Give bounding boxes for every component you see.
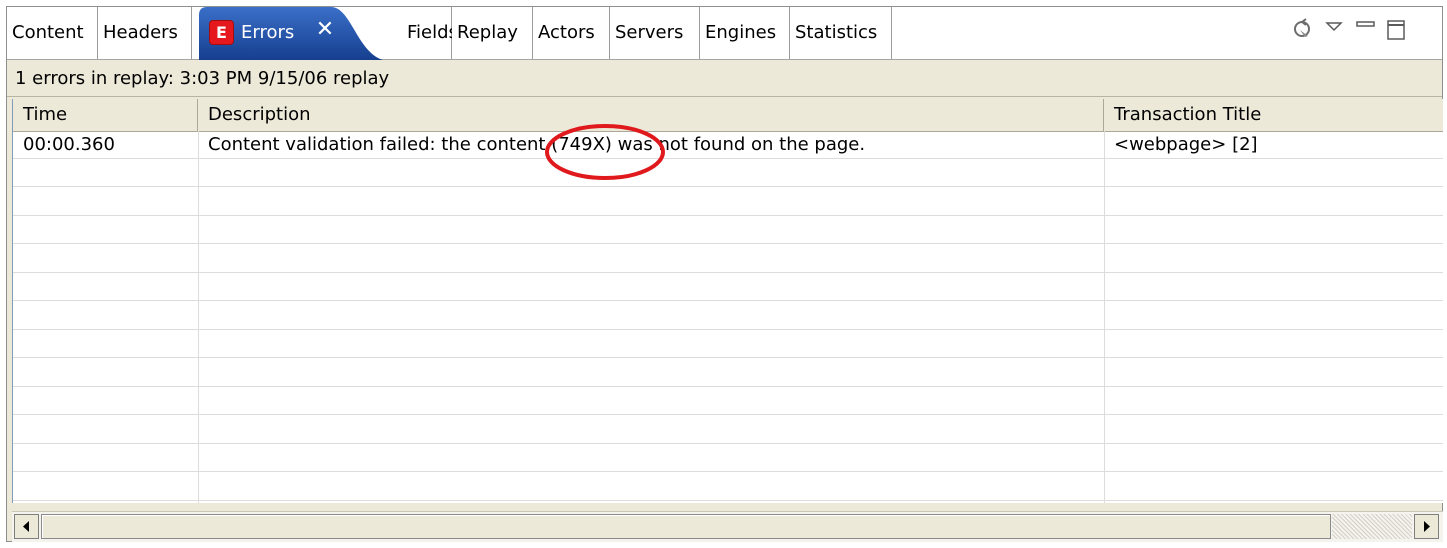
column-header-time[interactable]: Time — [13, 99, 198, 131]
empty-table-row — [13, 159, 1443, 187]
scroll-thumb[interactable] — [41, 514, 1331, 539]
scroll-right-button[interactable] — [1414, 514, 1439, 539]
tab-errors[interactable]: E Errors ✕ — [199, 7, 383, 60]
column-header-description[interactable]: Description — [198, 99, 1104, 131]
empty-table-row — [13, 416, 1443, 444]
table-row[interactable]: 00:00.360 Content validation failed: the… — [13, 131, 1443, 159]
view-menu-icon[interactable] — [1321, 17, 1347, 43]
column-divider — [198, 131, 199, 503]
column-divider — [1104, 131, 1105, 503]
empty-table-row — [13, 387, 1443, 415]
empty-table-row — [13, 188, 1443, 216]
empty-table-row — [13, 444, 1443, 472]
tab-headers[interactable]: Headers — [98, 7, 192, 59]
tab-actors[interactable]: Actors — [533, 7, 610, 59]
tab-replay[interactable]: Replay — [452, 7, 533, 59]
tab-errors-label: Errors — [241, 22, 295, 43]
minimize-icon[interactable] — [1353, 17, 1379, 43]
empty-table-row — [13, 245, 1443, 273]
close-tab-icon[interactable]: ✕ — [312, 17, 338, 43]
column-header-transaction-title[interactable]: Transaction Title — [1104, 99, 1443, 131]
empty-table-row — [13, 216, 1443, 244]
error-badge-icon: E — [209, 20, 234, 45]
tab-statistics[interactable]: Statistics — [790, 7, 892, 59]
empty-table-row — [13, 273, 1443, 301]
cell-time: 00:00.360 — [23, 134, 115, 155]
scroll-left-button[interactable] — [14, 514, 39, 539]
cell-transaction-title: <webpage> [2] — [1114, 134, 1258, 155]
replay-status-text: 1 errors in replay: 3:03 PM 9/15/06 repl… — [7, 60, 1442, 97]
empty-table-row — [13, 330, 1443, 358]
tab-engines[interactable]: Engines — [700, 7, 790, 59]
tab-servers[interactable]: Servers — [610, 7, 700, 59]
tab-fields[interactable]: Fields — [402, 7, 458, 59]
empty-table-row — [13, 473, 1443, 501]
table-header: Time Description Transaction Title — [13, 99, 1443, 132]
errors-table[interactable]: Time Description Transaction Title 00:00… — [12, 99, 1443, 503]
empty-table-row — [13, 359, 1443, 387]
horizontal-scrollbar[interactable] — [12, 511, 1443, 542]
empty-table-row — [13, 302, 1443, 330]
tab-strip: Content Headers E Errors ✕ Fields Replay… — [7, 7, 1442, 60]
refresh-icon[interactable] — [1290, 17, 1316, 43]
cell-description: Content validation failed: the content (… — [208, 134, 866, 155]
scroll-track[interactable] — [1332, 514, 1412, 539]
maximize-icon[interactable] — [1383, 17, 1409, 43]
tab-content[interactable]: Content — [7, 7, 98, 59]
